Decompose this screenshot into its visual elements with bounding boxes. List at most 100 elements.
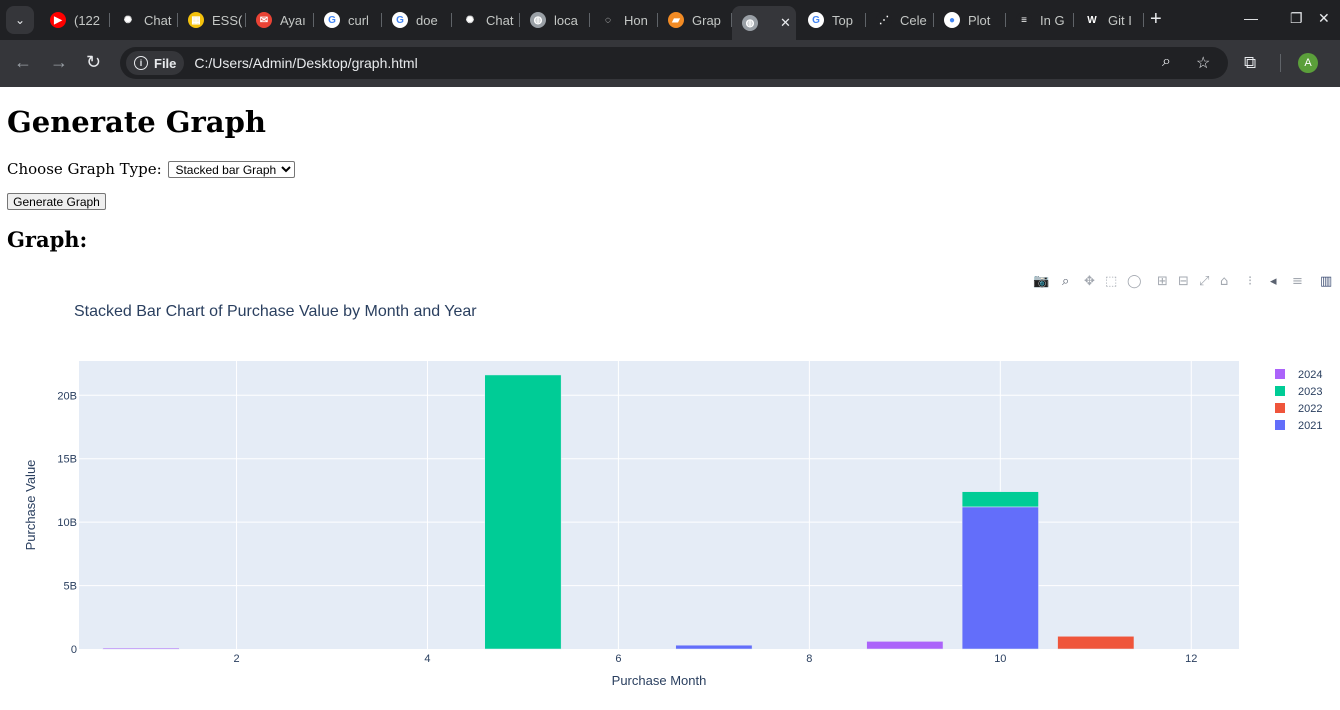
tab-favicon-icon: W [1084, 12, 1100, 28]
browser-tab[interactable]: ◍ ✕ [732, 6, 796, 40]
browser-tab[interactable]: ▶ (122 [40, 6, 110, 34]
browser-tab[interactable]: Gdoe [382, 6, 452, 34]
browser-tab-bar: ⌄ ▶ (122 ✺ Chat ▦ ESS(✉ Ayaı Gcurl Gdoe ✺ Chat ◍ loc… [0, 0, 1340, 40]
legend-item-2024[interactable]: 2024 [1275, 369, 1322, 381]
tab-favicon-icon: ● [944, 12, 960, 28]
graph-type-row: Choose Graph Type: Stacked bar Graph [7, 160, 296, 178]
chart-title: Stacked Bar Chart of Purchase Value by M… [74, 303, 477, 320]
bar-2023-month-10[interactable] [961, 491, 1039, 508]
tab-favicon-icon: G [392, 12, 408, 28]
legend-label: 2024 [1298, 369, 1322, 381]
y-tick-label: 15B [57, 454, 77, 466]
x-tick-label: 2 [233, 653, 239, 665]
bar-2023-month-5[interactable] [484, 374, 562, 650]
graph-type-select[interactable]: Stacked bar Graph [168, 161, 296, 178]
tab-search-button[interactable]: ⌄ [6, 6, 34, 34]
close-tab-icon[interactable]: ✕ [780, 15, 791, 31]
address-bar[interactable]: i File C:/Users/Admin/Desktop/graph.html… [120, 47, 1228, 79]
tab-favicon-icon: ◍ [530, 12, 546, 28]
browser-tab[interactable]: ● Plot [934, 6, 1006, 34]
tab-favicon-icon: ▰ [668, 12, 684, 28]
bar-2024-month-9[interactable] [866, 641, 944, 650]
x-axis-title: Purchase Month [612, 673, 707, 687]
tab-favicon-icon: ▦ [188, 12, 204, 28]
y-axis-title: Purchase Value [23, 460, 38, 551]
y-tick-label: 20B [57, 390, 77, 402]
generate-graph-button[interactable]: Generate Graph [7, 193, 106, 210]
x-tick-label: 4 [424, 653, 430, 665]
tab-label: ESS( [212, 12, 243, 28]
tab-label: Chat [144, 12, 172, 28]
legend-swatch [1275, 386, 1285, 396]
browser-tab[interactable]: ▰ Grap [658, 6, 732, 34]
profile-avatar[interactable]: A [1298, 53, 1318, 73]
site-info-label: File [154, 55, 177, 71]
tab-label: Git I [1108, 12, 1132, 28]
tab-separator [1143, 13, 1144, 27]
y-tick-label: 10B [57, 517, 77, 529]
extensions-icon[interactable]: ⧉ [1244, 53, 1256, 73]
tab-label: Plot [968, 12, 991, 28]
browser-tab[interactable]: ✺ Chat [452, 6, 520, 34]
x-tick-label: 8 [806, 653, 812, 665]
browser-tab[interactable]: ✉ Ayaı [246, 6, 314, 34]
info-icon: i [134, 56, 148, 70]
x-tick-label: 10 [994, 653, 1006, 665]
plot-area [79, 361, 1239, 649]
legend-label: 2023 [1298, 386, 1322, 398]
legend-item-2023[interactable]: 2023 [1275, 386, 1322, 398]
browser-tab[interactable]: ▦ ESS( [178, 6, 246, 34]
bookmark-star-icon[interactable]: ☆ [1196, 53, 1210, 73]
close-window-icon[interactable]: ✕ [1318, 10, 1330, 27]
tab-favicon-icon: ◌ [600, 12, 616, 28]
reload-icon[interactable]: ↻ [86, 52, 101, 73]
toolbar-divider [1280, 54, 1281, 72]
tab-favicon-icon: ▶ [50, 12, 66, 28]
x-tick-label: 6 [615, 653, 621, 665]
restore-icon[interactable]: ❐ [1290, 10, 1303, 27]
new-tab-button[interactable]: + [1150, 8, 1162, 31]
site-info-chip[interactable]: i File [126, 51, 185, 75]
forward-icon[interactable]: → [50, 52, 68, 73]
legend-swatch [1275, 403, 1285, 413]
browser-tab[interactable]: ◌ Hon [590, 6, 658, 34]
legend-item-2021[interactable]: 2021 [1275, 420, 1322, 432]
bar-2022-month-11[interactable] [1057, 636, 1135, 650]
x-tick-label: 12 [1185, 653, 1197, 665]
tab-label: doe [416, 12, 438, 28]
tab-label: Chat [486, 12, 514, 28]
tab-favicon-icon: G [324, 12, 340, 28]
graph-type-label: Choose Graph Type: [7, 160, 162, 178]
browser-tab[interactable]: ◍ loca [520, 6, 590, 34]
legend-swatch [1275, 369, 1285, 379]
y-axis: 0 5B 10B 15B 20B [57, 390, 77, 656]
browser-tab[interactable]: W Git I [1074, 6, 1144, 34]
y-tick-label: 5B [64, 581, 77, 593]
browser-tab[interactable]: ✺ Chat [110, 6, 178, 34]
tab-favicon-icon: ⋰ [876, 12, 892, 28]
url-text: C:/Users/Admin/Desktop/graph.html [194, 55, 418, 71]
legend-label: 2021 [1298, 420, 1322, 432]
browser-tab[interactable]: ⋰ Cele [866, 6, 934, 34]
tab-label: In G [1040, 12, 1065, 28]
tab-favicon-icon: ✺ [462, 12, 478, 28]
bar-2024-month-1[interactable] [102, 647, 180, 650]
bar-2021-month-7[interactable] [675, 644, 753, 650]
y-tick-label: 0 [71, 644, 77, 656]
minimize-icon[interactable]: — [1244, 10, 1258, 26]
back-icon[interactable]: ← [14, 52, 32, 73]
tab-favicon-icon: ◍ [742, 15, 758, 31]
tab-label: Top [832, 12, 853, 28]
tab-label: curl [348, 12, 369, 28]
bar-2021-month-10[interactable] [961, 506, 1039, 650]
graph-heading: Graph: [7, 227, 88, 252]
zoom-icon[interactable]: ⌕ [1162, 53, 1171, 71]
legend-item-2022[interactable]: 2022 [1275, 403, 1322, 415]
tab-label: Hon [624, 12, 648, 28]
browser-tab[interactable]: Gcurl [314, 6, 382, 34]
browser-tab[interactable]: ≡ In G [1006, 6, 1074, 34]
browser-toolbar: ← → ↻ i File C:/Users/Admin/Desktop/grap… [0, 40, 1340, 87]
browser-tab[interactable]: G Top [798, 6, 866, 34]
tab-label: (122 [74, 12, 101, 28]
legend: 2024 2023 2022 2021 [1275, 369, 1322, 432]
